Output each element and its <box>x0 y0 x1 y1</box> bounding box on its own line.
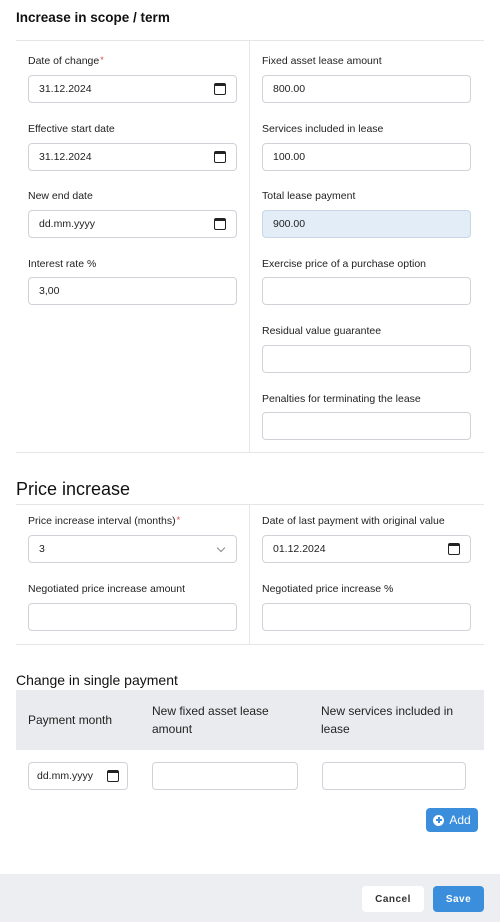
column-header-new-services: New services included in lease <box>321 704 454 736</box>
divider <box>16 644 484 645</box>
section-title-single-payment: Change in single payment <box>16 672 178 688</box>
footer-bar <box>0 874 500 922</box>
penalties-field[interactable] <box>262 412 471 440</box>
column-header-payment-month: Payment month <box>28 713 113 727</box>
column-header-new-fixed: New fixed asset lease amount <box>152 704 269 736</box>
neg-percent-label: Negotiated price increase % <box>262 583 394 595</box>
save-button[interactable]: Save <box>433 886 484 912</box>
price-interval-label: Price increase interval (months)* <box>28 515 181 527</box>
services-field[interactable]: 100.00 <box>262 143 471 171</box>
neg-amount-label: Negotiated price increase amount <box>28 583 186 595</box>
exercise-price-field[interactable] <box>262 277 471 305</box>
divider <box>16 452 484 453</box>
neg-percent-field[interactable] <box>262 603 471 631</box>
effective-start-label: Effective start date <box>28 123 115 135</box>
payment-month-field[interactable]: dd.mm.yyyy <box>28 762 128 790</box>
new-end-field[interactable]: dd.mm.yyyy <box>28 210 237 238</box>
new-services-field[interactable] <box>322 762 466 790</box>
date-of-change-label: Date of change* <box>28 55 104 67</box>
effective-start-field[interactable]: 31.12.2024 <box>28 143 237 171</box>
calendar-icon[interactable] <box>448 543 460 555</box>
calendar-icon[interactable] <box>214 151 226 163</box>
chevron-down-icon <box>216 543 226 552</box>
residual-value-label: Residual value guarantee <box>262 325 382 337</box>
total-payment-label: Total lease payment <box>262 190 356 202</box>
fixed-asset-label: Fixed asset lease amount <box>262 55 382 67</box>
section-title-scope: Increase in scope / term <box>16 10 170 25</box>
plus-circle-icon <box>433 814 445 826</box>
new-fixed-amount-field[interactable] <box>152 762 298 790</box>
date-of-change-field[interactable]: 31.12.2024 <box>28 75 237 103</box>
fixed-asset-field[interactable]: 800.00 <box>262 75 471 103</box>
calendar-icon[interactable] <box>214 83 226 95</box>
exercise-price-label: Exercise price of a purchase option <box>262 258 427 270</box>
cancel-button[interactable]: Cancel <box>362 886 424 912</box>
divider <box>16 40 484 41</box>
services-label: Services included in lease <box>262 123 384 135</box>
column-divider <box>249 504 250 644</box>
total-payment-field: 900.00 <box>262 210 471 238</box>
last-payment-label: Date of last payment with original value <box>262 515 445 527</box>
price-interval-select[interactable]: 3 <box>28 535 237 563</box>
neg-amount-field[interactable] <box>28 603 237 631</box>
column-divider <box>249 40 250 452</box>
section-title-price-increase: Price increase <box>16 479 131 499</box>
divider <box>16 504 484 505</box>
penalties-label: Penalties for terminating the lease <box>262 393 421 405</box>
new-end-label: New end date <box>28 190 93 202</box>
calendar-icon[interactable] <box>214 218 226 230</box>
interest-rate-label: Interest rate % <box>28 258 97 270</box>
last-payment-field[interactable]: 01.12.2024 <box>262 535 471 563</box>
interest-rate-field[interactable]: 3,00 <box>28 277 237 305</box>
residual-value-field[interactable] <box>262 345 471 373</box>
add-button[interactable]: Add <box>426 808 478 832</box>
calendar-icon[interactable] <box>107 770 119 782</box>
